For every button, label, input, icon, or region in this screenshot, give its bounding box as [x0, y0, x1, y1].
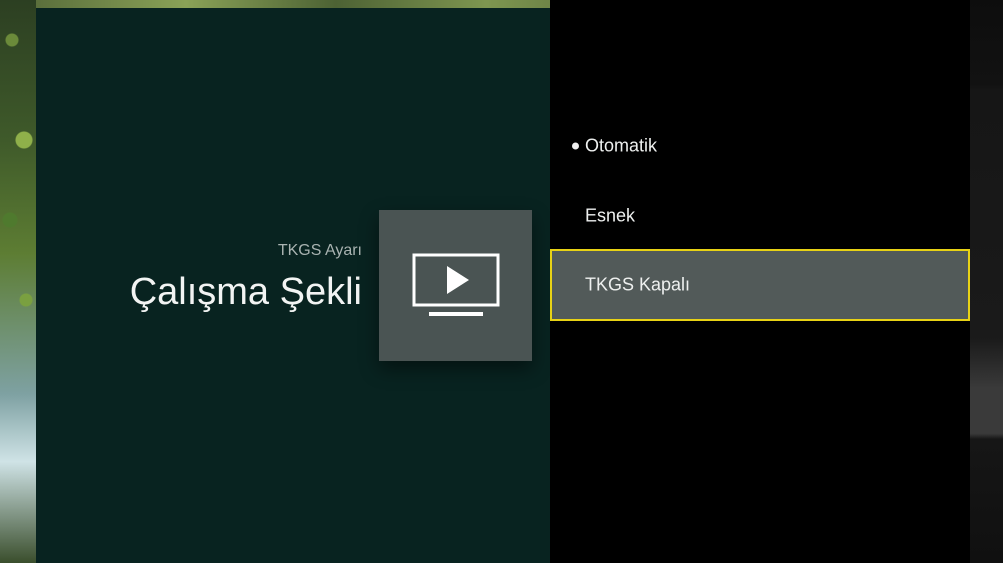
- background-image: [0, 0, 36, 563]
- option-esnek[interactable]: Esnek: [550, 180, 970, 252]
- page-title: Çalışma Şekli: [129, 271, 362, 313]
- background-right-edge: [970, 0, 1003, 563]
- options-list: Otomatik Esnek TKGS Kapalı: [550, 0, 970, 563]
- background-image-top: [36, 0, 636, 8]
- option-label: Otomatik: [571, 135, 658, 156]
- tv-play-icon: [412, 253, 499, 316]
- section-subtitle: TKGS Ayarı: [277, 242, 362, 259]
- tv-settings-screen: TKGS Ayarı Çalışma Şekli Otomatik Esnek …: [0, 0, 1003, 563]
- option-otomatik[interactable]: Otomatik: [550, 110, 970, 182]
- settings-icon-tile: [379, 210, 532, 361]
- option-tkgs-kapali[interactable]: TKGS Kapalı: [550, 249, 970, 321]
- option-label: TKGS Kapalı: [585, 274, 691, 295]
- option-label: Esnek: [585, 205, 636, 226]
